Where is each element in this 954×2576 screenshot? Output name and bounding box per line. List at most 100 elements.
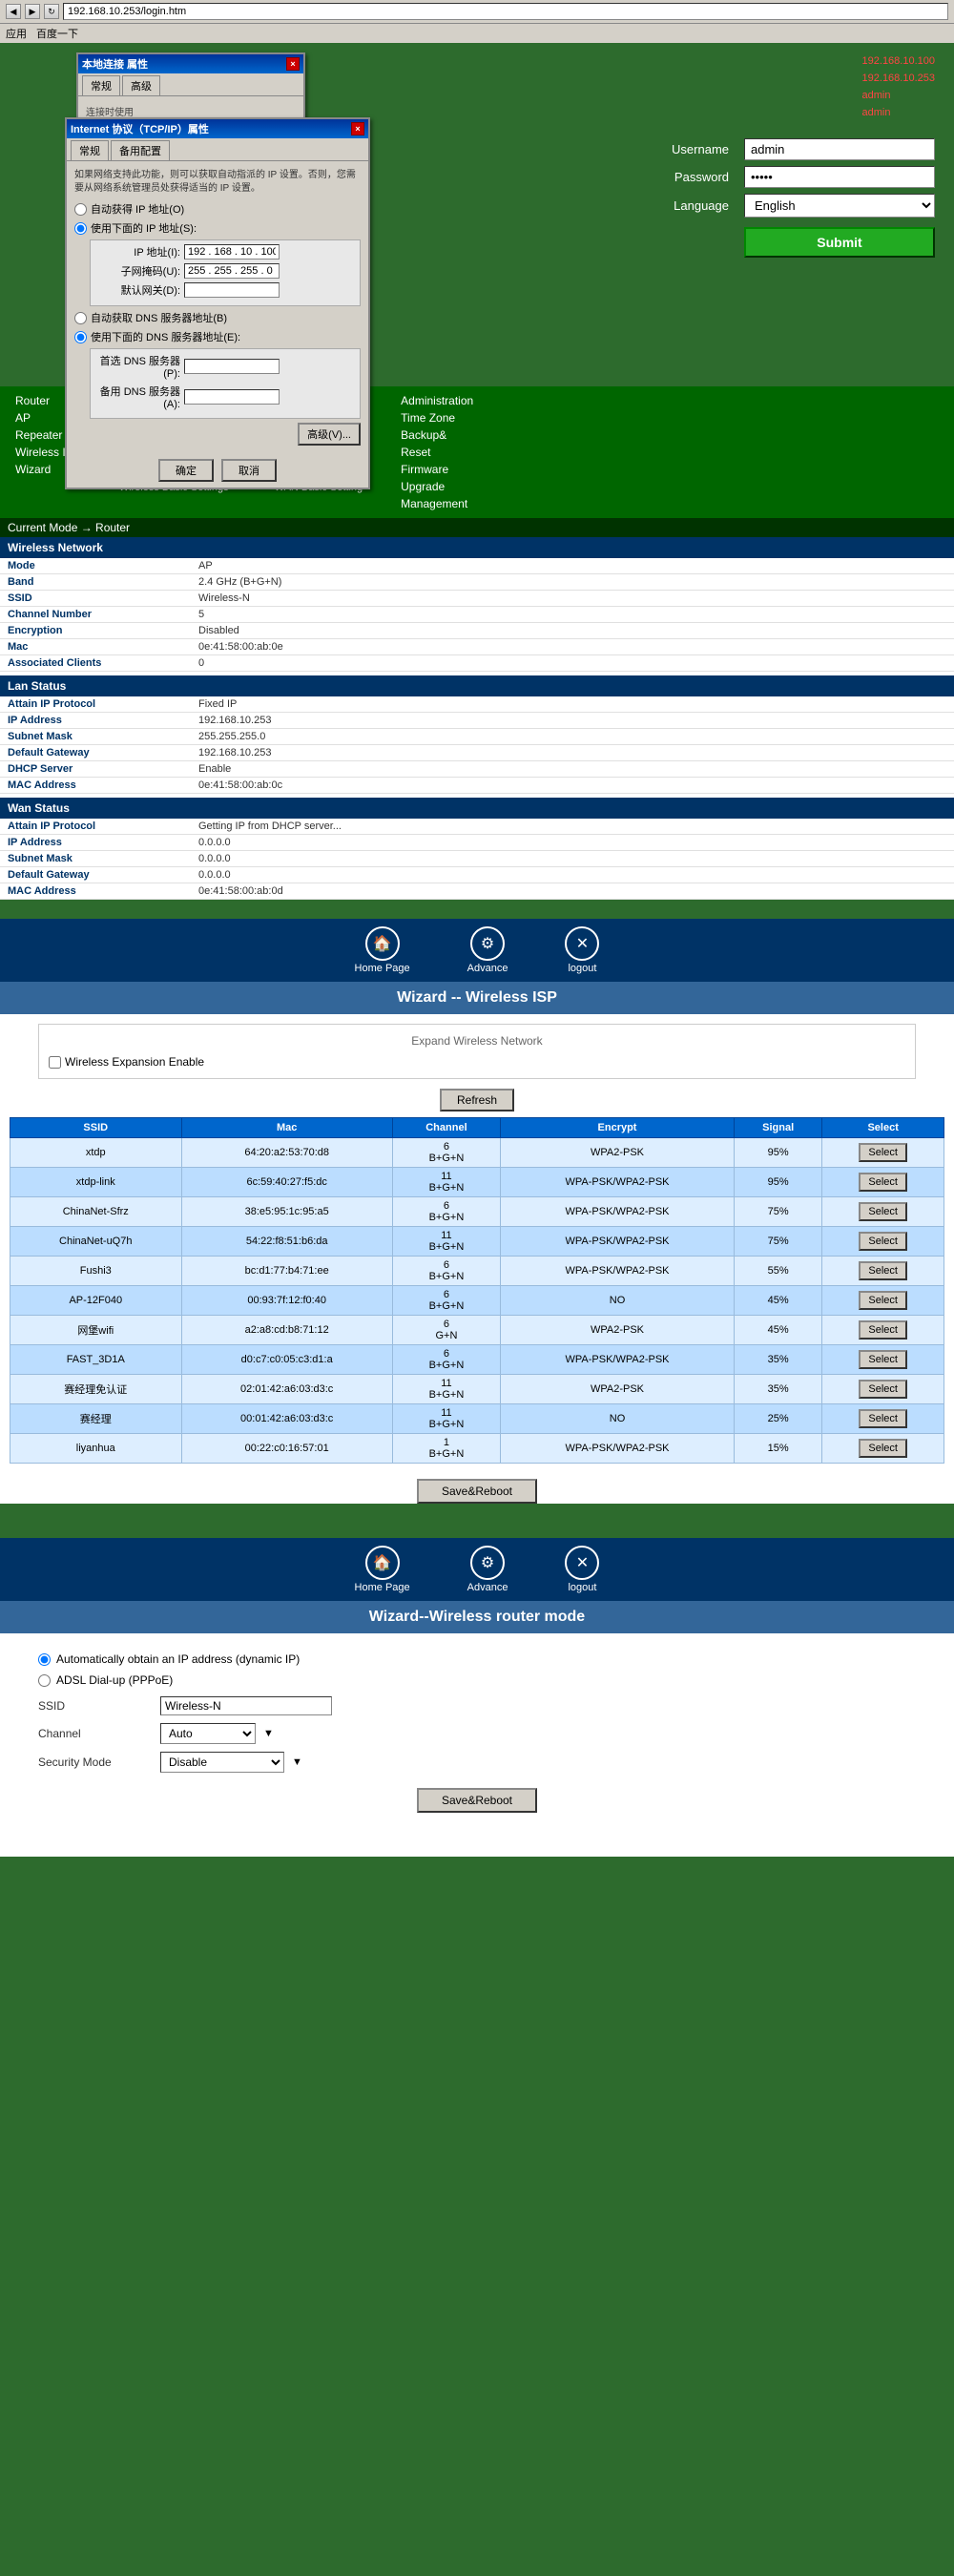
dialog1-close[interactable]: × xyxy=(286,57,300,71)
scan-mac: bc:d1:77:b4:71:ee xyxy=(181,1257,392,1286)
language-select[interactable]: English Chinese xyxy=(744,194,935,218)
select-button[interactable]: Select xyxy=(859,1232,907,1251)
scan-channel: 1 B+G+N xyxy=(392,1434,500,1464)
gateway-input[interactable] xyxy=(184,282,280,298)
dialog1-tab-advanced[interactable]: 高级 xyxy=(122,75,160,95)
refresh-button[interactable]: Refresh xyxy=(440,1089,514,1111)
select-button[interactable]: Select xyxy=(859,1320,907,1340)
scan-encrypt: WPA-PSK/WPA2-PSK xyxy=(501,1257,735,1286)
scan-mac: 54:22:f8:51:b6:da xyxy=(181,1227,392,1257)
channel-label: Channel xyxy=(38,1727,153,1740)
preferred-dns-label: 首选 DNS 服务器(P): xyxy=(94,353,180,380)
preferred-dns-input[interactable] xyxy=(184,359,280,374)
advanced-button[interactable]: 高级(V)... xyxy=(298,423,361,446)
wireless-row: ModeAP xyxy=(0,558,954,574)
scan-signal: 15% xyxy=(734,1434,821,1464)
wireless-row: EncryptionDisabled xyxy=(0,623,954,639)
select-button[interactable]: Select xyxy=(859,1173,907,1192)
nav-management[interactable]: Management xyxy=(401,497,473,510)
row-label: Band xyxy=(0,574,191,591)
select-button[interactable]: Select xyxy=(859,1202,907,1221)
expansion-enable-checkbox[interactable] xyxy=(49,1056,61,1069)
nav-reset[interactable]: Reset xyxy=(401,446,473,459)
select-button[interactable]: Select xyxy=(859,1143,907,1162)
scan-encrypt: NO xyxy=(501,1404,735,1434)
wizard-advance-icon[interactable]: ⚙ Advance xyxy=(467,926,508,974)
channel-select[interactable]: Auto 1234 5678 91011 xyxy=(160,1723,256,1744)
dynamic-ip-radio[interactable] xyxy=(38,1653,51,1666)
wan-header: Wan Status xyxy=(0,798,954,819)
nav-timezone[interactable]: Time Zone xyxy=(401,411,473,425)
cancel-button[interactable]: 取消 xyxy=(221,459,277,482)
dialog2-tab-general[interactable]: 常规 xyxy=(71,140,109,160)
expand-wireless-section: Expand Wireless Network Wireless Expansi… xyxy=(38,1024,916,1079)
scan-ssid: 网堡wifi xyxy=(10,1316,182,1345)
auto-ip-label: 自动获得 IP 地址(O) xyxy=(91,201,184,217)
section-gap-2 xyxy=(0,1519,954,1538)
ssid-row: SSID xyxy=(38,1696,916,1715)
pppoe-radio[interactable] xyxy=(38,1674,51,1687)
manual-dns-radio[interactable] xyxy=(74,331,87,343)
manual-ip-radio[interactable] xyxy=(74,222,87,235)
scan-row: 赛经理免认证 02:01:42:a6:03:d3:c 11 B+G+N WPA2… xyxy=(10,1375,944,1404)
scan-channel: 6 B+G+N xyxy=(392,1286,500,1316)
nav-backup[interactable]: Backup& xyxy=(401,428,473,442)
dialogs-area: 192.168.10.100 192.168.10.253 admin admi… xyxy=(0,43,954,386)
wan-row: Attain IP ProtocolGetting IP from DHCP s… xyxy=(0,819,954,835)
scan-col-header: SSID xyxy=(10,1118,182,1138)
wan-status-table: Wan Status Attain IP ProtocolGetting IP … xyxy=(0,798,954,900)
router-logout-icon[interactable]: ✕ logout xyxy=(565,1546,599,1593)
scan-select-cell: Select xyxy=(822,1197,944,1227)
select-button[interactable]: Select xyxy=(859,1350,907,1369)
ip-address-input[interactable] xyxy=(184,244,280,260)
expand-checkbox-row: Wireless Expansion Enable xyxy=(49,1055,905,1069)
menu-apps[interactable]: 应用 xyxy=(6,26,27,41)
security-row: Security Mode Disable WEP WPA-PSK WPA2-P… xyxy=(38,1752,916,1773)
security-arrow: ▼ xyxy=(292,1756,302,1768)
row-value: 0.0.0.0 xyxy=(191,867,954,883)
ok-button[interactable]: 确定 xyxy=(158,459,214,482)
alternate-dns-input[interactable] xyxy=(184,389,280,405)
wizard-logout-icon[interactable]: ✕ logout xyxy=(565,926,599,974)
scan-col-header: Signal xyxy=(734,1118,821,1138)
ip-label: IP 地址(I): xyxy=(94,244,180,260)
refresh-button[interactable]: ↻ xyxy=(44,4,59,19)
wizard-home-icon[interactable]: 🏠 Home Page xyxy=(355,926,410,974)
dialog2-tab-alt[interactable]: 备用配置 xyxy=(111,140,170,160)
isp-save-reboot-button[interactable]: Save&Reboot xyxy=(417,1479,537,1504)
forward-button[interactable]: ▶ xyxy=(25,4,40,19)
dialog2-close[interactable]: × xyxy=(351,122,364,135)
dialog1-tab-general[interactable]: 常规 xyxy=(82,75,120,95)
router-form: SSID Channel Auto 1234 5678 91011 ▼ Secu… xyxy=(38,1696,916,1773)
nav-upgrade[interactable]: Upgrade xyxy=(401,480,473,493)
menu-baidu[interactable]: 百度一下 xyxy=(36,26,78,41)
subnet-label: 子网掩码(U): xyxy=(94,263,180,279)
address-bar[interactable] xyxy=(63,3,948,20)
router-save-reboot-button[interactable]: Save&Reboot xyxy=(417,1788,537,1813)
wireless-row: Associated Clients0 xyxy=(0,655,954,672)
select-button[interactable]: Select xyxy=(859,1380,907,1399)
security-select[interactable]: Disable WEP WPA-PSK WPA2-PSK xyxy=(160,1752,284,1773)
select-button[interactable]: Select xyxy=(859,1261,907,1280)
submit-button[interactable]: Submit xyxy=(744,227,935,258)
router-home-icon[interactable]: 🏠 Home Page xyxy=(355,1546,410,1593)
nav-admin[interactable]: Administration xyxy=(401,394,473,407)
wireless-row: SSIDWireless-N xyxy=(0,591,954,607)
username-input[interactable] xyxy=(744,138,935,160)
wizard-router-top-bar: 🏠 Home Page ⚙ Advance ✕ logout xyxy=(0,1538,954,1601)
scan-select-cell: Select xyxy=(822,1257,944,1286)
select-button[interactable]: Select xyxy=(859,1439,907,1458)
ssid-input[interactable] xyxy=(160,1696,332,1715)
auto-ip-radio[interactable] xyxy=(74,203,87,216)
subnet-input[interactable] xyxy=(184,263,280,279)
auto-dns-radio[interactable] xyxy=(74,312,87,324)
back-button[interactable]: ◀ xyxy=(6,4,21,19)
select-button[interactable]: Select xyxy=(859,1409,907,1428)
router-advance-icon[interactable]: ⚙ Advance xyxy=(467,1546,508,1593)
auto-dns-label: 自动获取 DNS 服务器地址(B) xyxy=(91,310,227,325)
row-value: Getting IP from DHCP server... xyxy=(191,819,954,835)
nav-right: Administration Time Zone Backup& Reset F… xyxy=(385,386,488,518)
select-button[interactable]: Select xyxy=(859,1291,907,1310)
nav-firmware[interactable]: Firmware xyxy=(401,463,473,476)
password-input[interactable] xyxy=(744,166,935,188)
